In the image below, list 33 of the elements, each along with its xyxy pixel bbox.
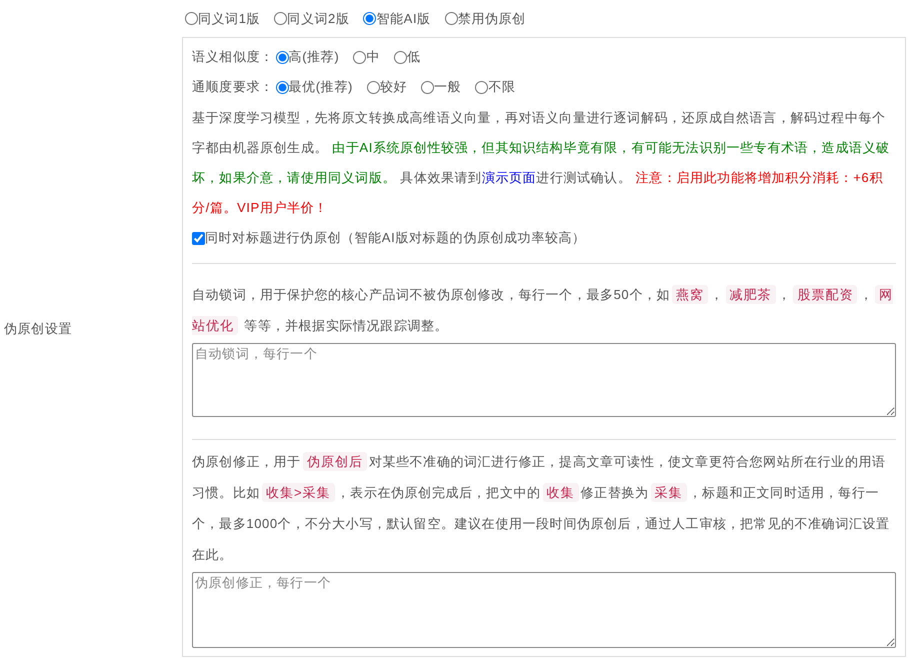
demo-page-link[interactable]: 演示页面 (482, 170, 536, 185)
radio-button[interactable] (353, 50, 366, 64)
option-label: 中 (366, 48, 380, 66)
radio-button[interactable] (394, 50, 407, 64)
radio-button[interactable] (475, 80, 488, 94)
radio-button[interactable] (366, 80, 380, 94)
option-label: 低 (406, 48, 420, 66)
radio-button[interactable] (444, 12, 458, 25)
mode-option-label: 同义词1版 (198, 10, 260, 28)
option-label: 高(推荐) (288, 48, 340, 66)
radio-button[interactable] (185, 12, 198, 25)
field-label: 通顺度要求： (192, 78, 274, 96)
title-checkbox[interactable] (192, 232, 205, 244)
option-label: 较好 (380, 78, 408, 96)
field-label: 语义相似度： (192, 48, 274, 66)
mode-option-label: 同义词2版 (287, 10, 350, 28)
option-label: 最优(推荐) (288, 78, 353, 96)
lock-words-field[interactable]: 自动锁词，每行一个 (192, 343, 896, 417)
option-label: 不限 (488, 78, 516, 96)
radio-button[interactable] (274, 12, 288, 25)
checkbox-label: 同时对标题进行伪原创（智能AI版对标题的伪原创成功率较高） (205, 229, 586, 248)
corrections-field[interactable]: 伪原创修正，每行一个 (192, 572, 896, 648)
mode-option-label: 禁用伪原创 (458, 10, 526, 28)
radio-button[interactable] (363, 12, 376, 25)
corrections-description: 伪原创修正，用于 伪原创后 对某些不准确的词汇进行修正，提高文章可读性，使文章更符合您网站所在行业的用语习惯。比如 收集>采集 ，表示在伪原创完成后，把文中的 收集 修正替换为 采集 ，标题和正文同时适用，每行一个，最多1000个，不分大小写，默认留空。建议在使用一段时间伪原创后，通过人工审核，把常见的不准确词汇设置在此。 (192, 450, 891, 564)
radio-button[interactable] (276, 80, 289, 94)
section-label: 伪原创设置 (4, 320, 72, 338)
mode-option-label: 智能AI版 (376, 10, 431, 28)
radio-button[interactable] (276, 50, 289, 64)
radio-button[interactable] (421, 80, 434, 94)
option-label: 一般 (434, 78, 462, 96)
description-text: 基于深度学习模型，先将原文转换成高维语义向量，再对语义向量进行逐词解码，还原成自然语言，解码过程中每个字都由机器原创生成。 由于AI系统原创性较强，但其知识结构毕竟有限，有可能无法识别一些专有术语，造成语义破坏，如果介意，请使用同义词版。 具体效果请到演示页面进行测试确认。 注意：启用此功能将增加积分消耗：+6积分/篇。VIP用户半价！ (192, 109, 891, 217)
lock-words-description: 自动锁词，用于保护您的核心产品词不被伪原创修改，每行一个，最多50个，如 燕窝 ， 减肥茶 ， 股票配资 ， 网站优化 等等，并根据实际情况跟踪调整。 (192, 284, 894, 337)
